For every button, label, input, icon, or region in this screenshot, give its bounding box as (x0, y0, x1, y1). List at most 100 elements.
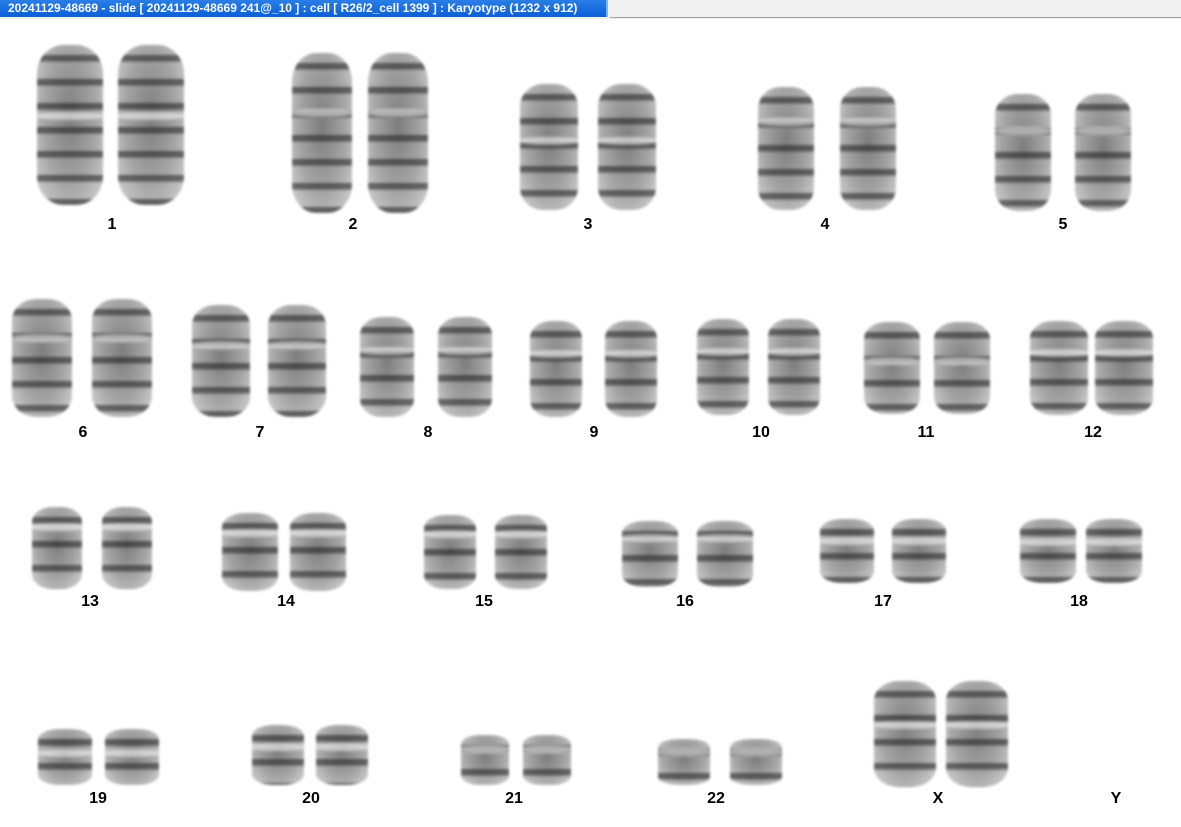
chromosome-label-8: 8 (423, 424, 433, 441)
chromosome-14-b[interactable] (287, 513, 349, 591)
centromere-constriction (992, 127, 1054, 135)
centromere-constriction (655, 748, 713, 756)
centromere-constriction (861, 357, 923, 365)
centromere-constriction (219, 529, 281, 537)
chromosome-16-b[interactable] (694, 521, 756, 587)
window-title-bar[interactable]: 20241129-48669 - slide [ 20241129-48669 … (0, 0, 608, 17)
centromere-constriction (527, 350, 585, 358)
chromosome-label-15: 15 (475, 593, 493, 610)
chromosome-label-2: 2 (348, 216, 358, 233)
centromere-constriction (817, 537, 877, 545)
chromosome-19-b[interactable] (102, 729, 162, 785)
centromere-constriction (492, 530, 550, 538)
centromere-constriction (1017, 538, 1079, 546)
chromosome-11-a[interactable] (861, 322, 923, 414)
centromere-constriction (9, 334, 75, 342)
chromosome-label-y: Y (1110, 790, 1122, 807)
title-bar-background (610, 0, 1181, 18)
chromosome-label-17: 17 (874, 593, 892, 610)
centromere-constriction (357, 347, 417, 355)
centromere-constriction (458, 745, 512, 753)
chromosome-22-a[interactable] (655, 739, 713, 785)
centromere-constriction (435, 347, 495, 355)
chromosome-2-a[interactable] (289, 53, 355, 213)
centromere-constriction (365, 109, 431, 117)
chromosome-18-b[interactable] (1083, 519, 1145, 583)
centromere-constriction (517, 137, 581, 145)
chromosome-label-6: 6 (78, 424, 88, 441)
chromosome-18-a[interactable] (1017, 519, 1079, 583)
centromere-constriction (102, 749, 162, 757)
chromosome-label-16: 16 (676, 593, 694, 610)
window-title: 20241129-48669 - slide [ 20241129-48669 … (8, 1, 578, 15)
chromosome-16-a[interactable] (619, 521, 681, 587)
chromosome-15-b[interactable] (492, 515, 550, 589)
centromere-constriction (943, 721, 1011, 729)
centromere-constriction (1092, 349, 1156, 357)
chromosome-10-b[interactable] (765, 319, 823, 415)
chromosome-6-a[interactable] (9, 299, 75, 417)
chromosome-9-b[interactable] (602, 321, 660, 417)
chromosome-9-a[interactable] (527, 321, 585, 417)
centromere-constriction (619, 534, 681, 542)
centromere-constriction (189, 341, 253, 349)
chromosome-7-a[interactable] (189, 305, 253, 417)
centromere-constriction (520, 745, 574, 753)
centromere-constriction (1027, 349, 1091, 357)
chromosome-6-b[interactable] (89, 299, 155, 417)
chromosome-11-b[interactable] (931, 322, 993, 414)
chromosome-label-13: 13 (81, 593, 99, 610)
chromosome-label-11: 11 (917, 424, 935, 441)
chromosome-15-a[interactable] (421, 515, 479, 589)
chromosome-17-b[interactable] (889, 519, 949, 583)
chromosome-x-b[interactable] (943, 681, 1011, 787)
chromosome-label-5: 5 (1058, 216, 1068, 233)
centromere-constriction (34, 112, 106, 120)
chromosome-x-a[interactable] (871, 681, 939, 787)
chromosome-10-a[interactable] (694, 319, 752, 415)
centromere-constriction (265, 341, 329, 349)
chromosome-12-b[interactable] (1092, 321, 1156, 415)
centromere-constriction (35, 749, 95, 757)
chromosome-2-b[interactable] (365, 53, 431, 213)
chromosome-label-19: 19 (89, 790, 107, 807)
chromosome-12-a[interactable] (1027, 321, 1091, 415)
chromosome-label-20: 20 (302, 790, 320, 807)
chromosome-3-b[interactable] (595, 84, 659, 210)
chromosome-20-b[interactable] (313, 725, 371, 785)
chromosome-7-b[interactable] (265, 305, 329, 417)
chromosome-22-b[interactable] (727, 739, 785, 785)
chromosome-20-a[interactable] (249, 725, 307, 785)
chromosome-5-b[interactable] (1072, 94, 1134, 211)
chromosome-21-b[interactable] (520, 735, 574, 785)
chromosome-label-3: 3 (583, 216, 593, 233)
karyotype-canvas: 1 2 3 4 5 6 7 8 9 10 11 12 13 14 15 16 1… (0, 19, 1181, 827)
chromosome-14-a[interactable] (219, 513, 281, 591)
centromere-constriction (694, 348, 752, 356)
centromere-constriction (765, 348, 823, 356)
chromosome-3-a[interactable] (517, 84, 581, 210)
centromere-constriction (889, 537, 949, 545)
centromere-constriction (249, 743, 307, 751)
centromere-constriction (602, 350, 660, 358)
chromosome-1-a[interactable] (34, 45, 106, 205)
chromosome-label-1: 1 (107, 216, 117, 233)
chromosome-5-a[interactable] (992, 94, 1054, 211)
chromosome-label-4: 4 (820, 216, 830, 233)
chromosome-19-a[interactable] (35, 729, 95, 785)
chromosome-label-9: 9 (589, 424, 599, 441)
centromere-constriction (287, 529, 349, 537)
chromosome-4-a[interactable] (755, 87, 817, 210)
chromosome-13-a[interactable] (29, 507, 85, 589)
chromosome-label-14: 14 (277, 593, 295, 610)
chromosome-1-b[interactable] (115, 45, 187, 205)
chromosome-13-b[interactable] (99, 507, 155, 589)
chromosome-label-21: 21 (505, 790, 523, 807)
chromosome-4-b[interactable] (837, 87, 899, 210)
chromosome-8-b[interactable] (435, 317, 495, 417)
chromosome-8-a[interactable] (357, 317, 417, 417)
chromosome-21-a[interactable] (458, 735, 512, 785)
centromere-constriction (421, 530, 479, 538)
chromosome-17-a[interactable] (817, 519, 877, 583)
chromosome-label-22: 22 (707, 790, 725, 807)
